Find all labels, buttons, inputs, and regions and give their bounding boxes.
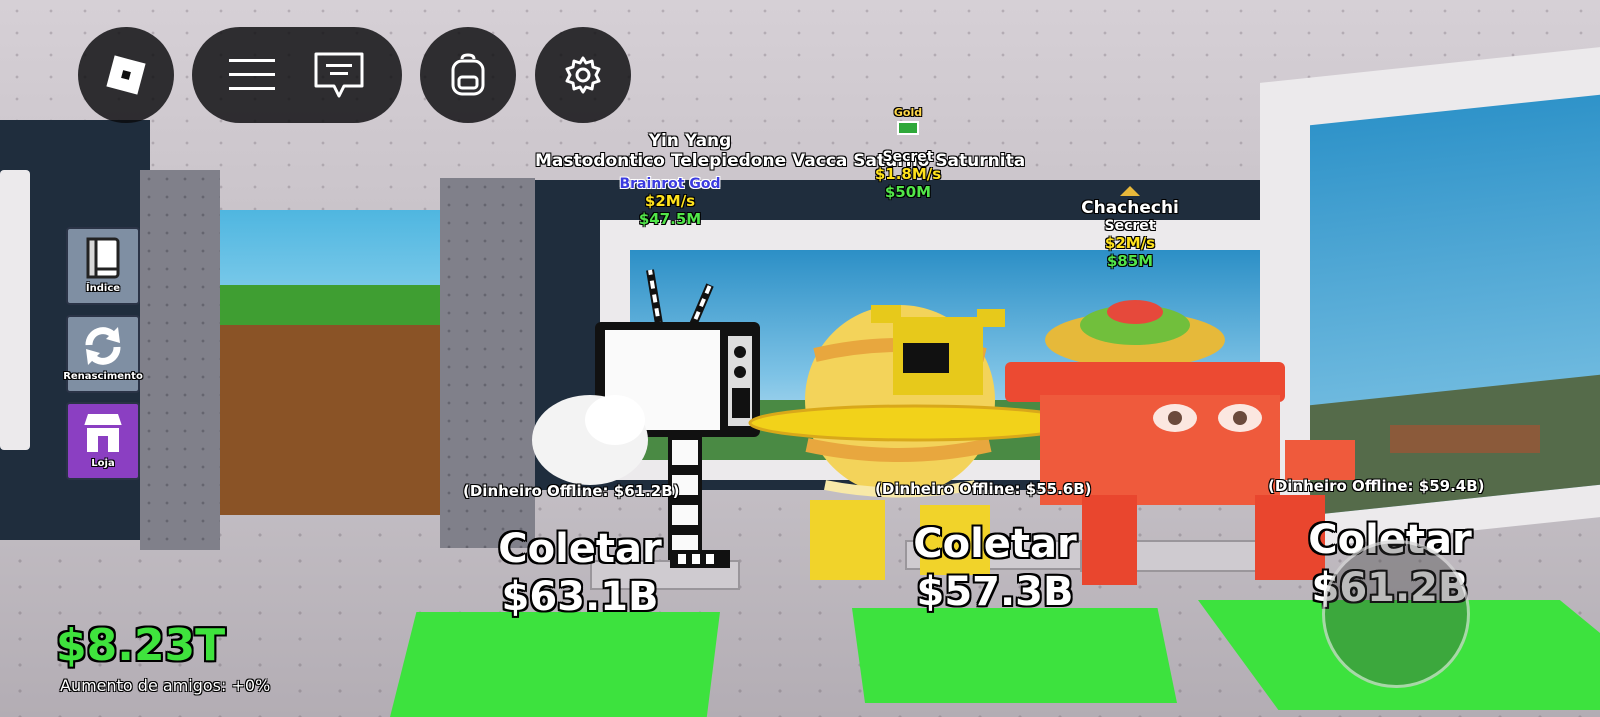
- brainrot-1-rarity: Brainrot God: [619, 176, 721, 192]
- settings-button[interactable]: [535, 27, 631, 123]
- collect-label-1: Coletar: [498, 526, 662, 572]
- collect-label-2: Coletar: [913, 521, 1077, 567]
- brainrot-2-mutation: Gold: [893, 106, 923, 119]
- hamburger-menu-icon: [228, 59, 275, 90]
- offline-money-3: (Dinheiro Offline: $59.4B): [1268, 477, 1485, 495]
- brainrot-2-rarity: Secret: [882, 149, 934, 165]
- jump-button[interactable]: [1322, 540, 1470, 688]
- collect-amount-1: $63.1B: [501, 574, 659, 620]
- menu-chat-group: [192, 27, 402, 123]
- brainrot-2-cost: $50M: [884, 183, 932, 201]
- left-pillar: [140, 170, 220, 550]
- outside-grass: [215, 285, 455, 325]
- sidebar-item-loja[interactable]: Loja: [66, 402, 140, 480]
- book-icon: [86, 237, 120, 279]
- brainrot-2-mutation-icon: [897, 121, 919, 135]
- brainrot-3-indicator-icon: [1120, 186, 1140, 196]
- sidebar-item-renascimento[interactable]: Renascimento: [63, 315, 143, 393]
- offline-money-2: (Dinheiro Offline: $55.6B): [875, 480, 1092, 498]
- brainrot-3-name: Chachechi: [1081, 198, 1179, 218]
- backpack-icon: [451, 53, 485, 96]
- sidebar-item-label-renascimento: Renascimento: [63, 371, 143, 382]
- brainrot-1-cost: $47.5M: [638, 210, 702, 228]
- collect-amount-2: $57.3B: [916, 569, 1074, 615]
- gear-icon: [565, 56, 601, 94]
- brainrot-2-rate: $1.8M/s: [874, 165, 942, 183]
- brainrot-3-cost: $85M: [1106, 252, 1154, 270]
- sidebar-item-indice[interactable]: Índice: [66, 227, 140, 305]
- outside-sign: [1390, 425, 1540, 453]
- chat-button[interactable]: [312, 50, 366, 100]
- brainrot-3-rarity: Secret: [1104, 218, 1156, 234]
- brainrot-1-name-text: Mastodontico Telepiedone: [535, 151, 787, 171]
- chat-bubble-icon: [314, 52, 363, 98]
- brainrot-2-stats: Gold Secret $1.8M/s $50M: [848, 106, 968, 201]
- shop-icon: [84, 414, 122, 452]
- money-counter: $8.23T: [56, 620, 226, 671]
- sidebar-item-label-loja: Loja: [91, 458, 115, 469]
- collect-pad-2[interactable]: [852, 608, 1177, 703]
- collect-button-2[interactable]: Coletar $57.3B: [905, 520, 1085, 616]
- sidebar-item-label-indice: Índice: [85, 283, 121, 294]
- backpack-button[interactable]: [420, 27, 516, 123]
- refresh-icon: [85, 327, 121, 365]
- offline-money-1: (Dinheiro Offline: $61.2B): [463, 482, 680, 500]
- roblox-menu-button[interactable]: [78, 27, 174, 123]
- friends-boost-label: Aumento de amigos: +0%: [60, 676, 271, 695]
- collect-pad-1[interactable]: [390, 612, 720, 717]
- brainrot-1-rate: $2M/s: [644, 192, 696, 210]
- brainrot-3-rate: $2M/s: [1104, 234, 1156, 252]
- left-window-frame: [0, 170, 30, 450]
- brainrot-1-stats: Brainrot God $2M/s $47.5M: [580, 176, 760, 228]
- hamburger-menu-button[interactable]: [228, 57, 275, 93]
- collect-button-1[interactable]: Coletar $63.1B: [490, 525, 670, 621]
- roblox-logo-icon: [106, 55, 146, 95]
- brainrot-3-stats: Chachechi Secret $2M/s $85M: [1060, 186, 1200, 270]
